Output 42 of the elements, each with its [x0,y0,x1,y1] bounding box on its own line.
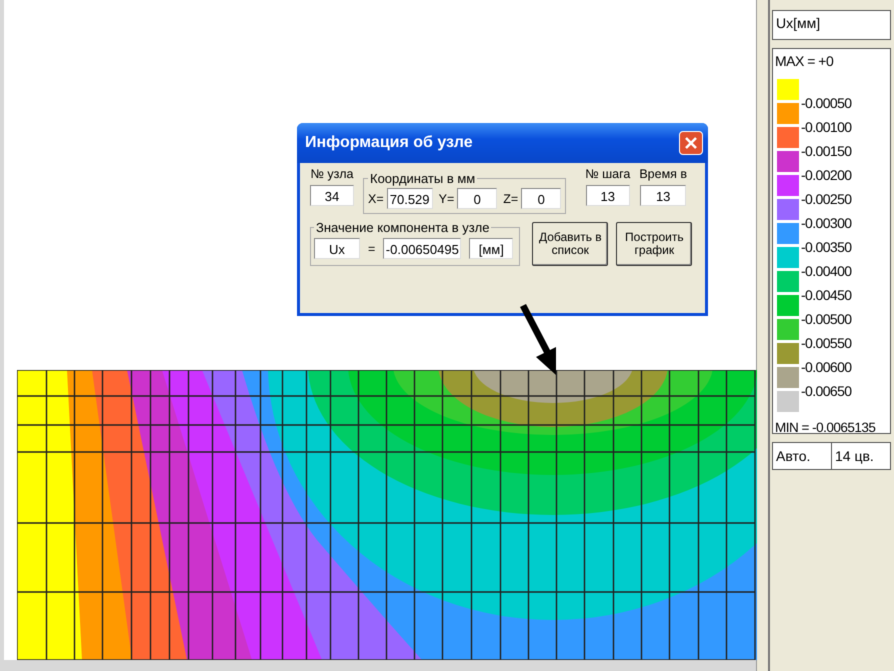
coordinate-label: X= [368,192,384,206]
scale-value: -0.00350 [801,238,852,257]
input-field[interactable]: -0.00650495 [383,238,462,259]
scale-value: -0.00100 [801,118,852,137]
close-button[interactable] [679,131,703,155]
window-title: Информация об узле [305,134,473,152]
group-title: Координаты в мм [369,171,476,186]
scale-value: -0.00500 [801,310,852,329]
coordinate-label: Z= [503,192,518,206]
scale-value: -0.00150 [801,142,852,161]
input-field[interactable]: 13 [640,185,686,206]
equals-sign: = [368,242,376,256]
scale-value: -0.00550 [801,334,852,353]
min-value: MIN = -0.0065135 [775,420,876,435]
scale-value: -0.00650 [801,382,852,401]
input-field[interactable]: 0 [457,188,498,209]
splitter-bar[interactable] [756,0,770,671]
node-label: № узла [310,167,354,181]
color-count-cell[interactable]: 14 цв. [831,443,890,469]
scale-value: -0.00200 [801,166,852,185]
input-field[interactable]: 13 [586,185,630,206]
group-title: Значение компонента в узле [315,220,490,235]
scale-value: -0.00600 [801,358,852,377]
input-field[interactable]: 0 [521,188,562,209]
close-icon [684,136,698,150]
scale-value: -0.00250 [801,190,852,209]
scale-value: -0.00400 [801,262,852,281]
input-field[interactable]: Ux [314,238,360,259]
step-label: № шага [585,167,630,181]
mode-cell[interactable]: Авто. [773,443,831,469]
max-value: MAX = +0 [775,53,834,69]
scale-value: -0.00450 [801,286,852,305]
quantity-label: Ux[мм] [772,10,891,40]
input-field[interactable]: 34 [310,185,354,206]
time-label: Время в [639,167,688,181]
coordinate-label: Y= [438,192,454,206]
input-field[interactable]: [мм] [469,238,514,259]
scale-value: -0.00050 [801,94,852,113]
input-field[interactable]: 70.529 [386,188,433,209]
dialog-button[interactable]: Добавить в список [532,222,608,266]
scale-value: -0.00300 [801,214,852,233]
dialog-button[interactable]: Построить график [616,222,692,266]
